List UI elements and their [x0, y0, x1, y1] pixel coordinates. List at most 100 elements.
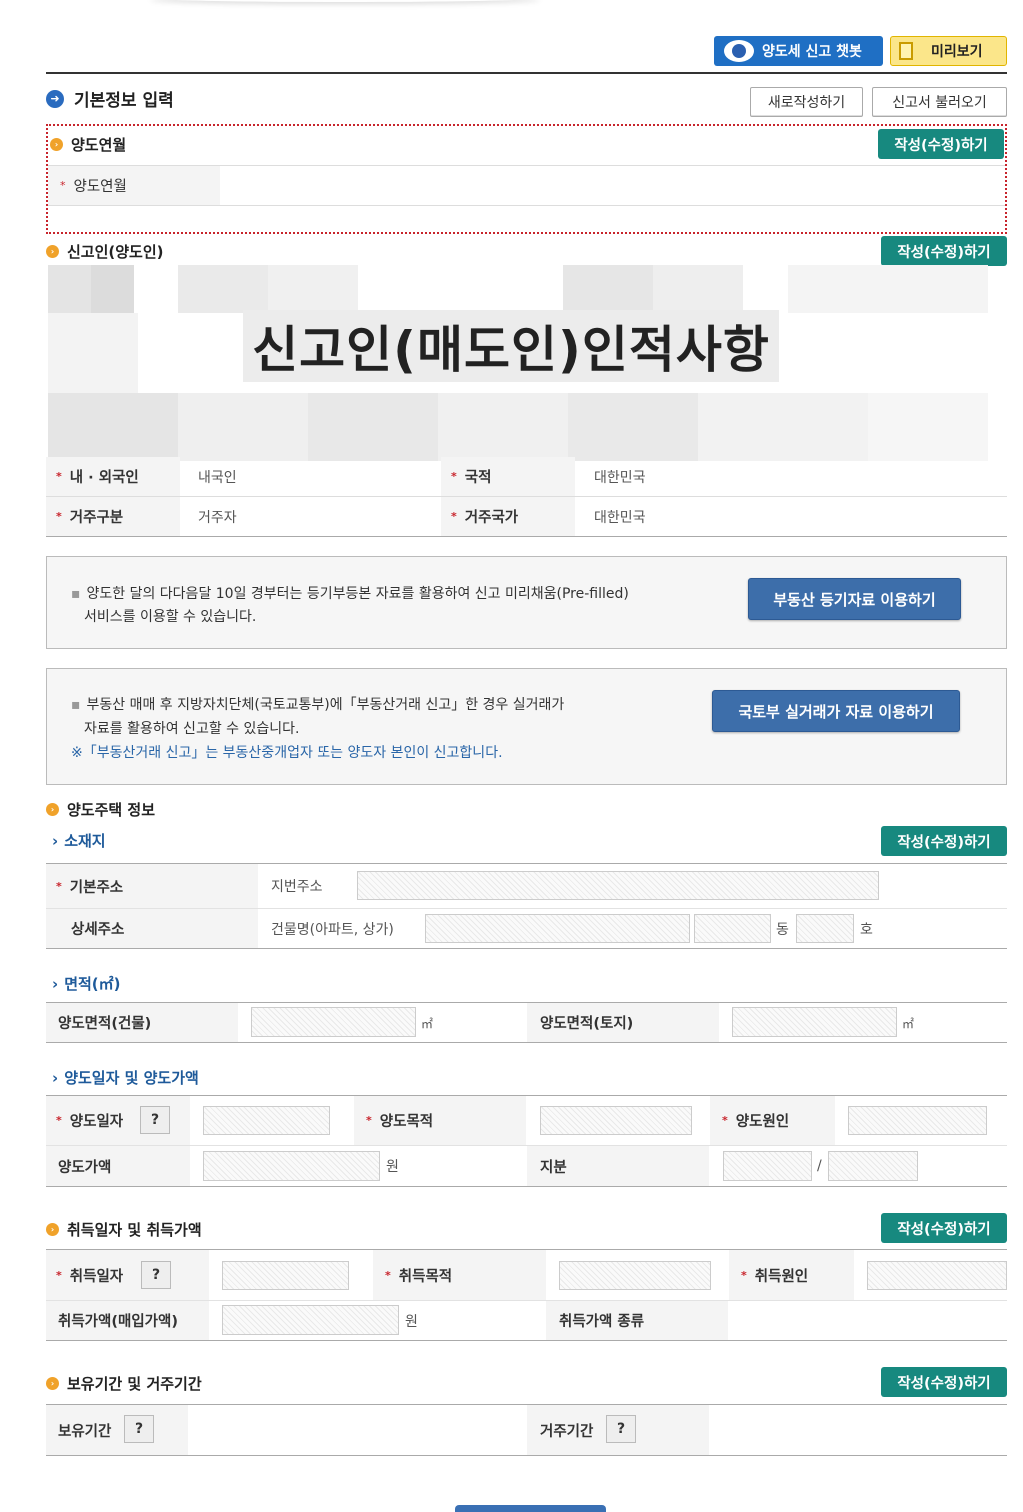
chevron-right-icon: › — [52, 1068, 59, 1087]
help-button-acquisition-date[interactable]: ? — [141, 1261, 171, 1289]
next-button[interactable] — [455, 1505, 606, 1512]
value-residence-type: 거주자 — [198, 509, 237, 526]
label-text: 양도일자 — [69, 1114, 124, 1130]
label-text: 거주구분 — [69, 510, 124, 526]
holding-section: › 보유기간 및 거주기간 — [46, 1373, 202, 1394]
divider — [46, 1186, 1007, 1187]
load-report-button[interactable]: 신고서 불러오기 — [872, 87, 1007, 117]
required-mark: * — [451, 470, 457, 483]
real-price-data-button[interactable]: 국토부 실거래가 자료 이용하기 — [712, 690, 960, 732]
share-denominator-input[interactable] — [828, 1151, 918, 1181]
required-mark: * — [56, 1268, 62, 1282]
label-text: 기본주소 — [69, 879, 124, 896]
edit-button-acquisition[interactable]: 작성(수정)하기 — [881, 1213, 1007, 1243]
section-bullet-icon: › — [46, 245, 59, 258]
required-mark: * — [366, 1114, 372, 1127]
building-area-input[interactable] — [251, 1007, 416, 1037]
label-text: 보유기간 — [58, 1423, 112, 1440]
building-area-label: 양도면적(건물) — [46, 1003, 238, 1042]
acquisition-date-input[interactable] — [222, 1261, 349, 1290]
transfer-cause-input[interactable] — [848, 1106, 987, 1135]
acquisition-price-unit: 원 — [405, 1314, 418, 1330]
transfer-price-label: 양도가액 — [46, 1146, 190, 1186]
divider — [46, 1095, 1007, 1096]
chatbot-button[interactable]: 양도세 신고 챗봇 — [714, 36, 883, 66]
land-area-label: 양도면적(토지) — [527, 1003, 719, 1042]
acquisition-purpose-label: * 취득목적 — [373, 1250, 546, 1300]
acquisition-section: › 취득일자 및 취득가액 — [46, 1219, 202, 1240]
table-row: * 거주구분 거주자 * 거주국가 대한민국 — [46, 497, 1007, 537]
transfer-purpose-label: * 양도목적 — [354, 1096, 526, 1145]
transfer-price-unit: 원 — [386, 1159, 399, 1175]
area-subsection: › 면적(㎡) — [52, 973, 121, 994]
label-text: 거주국가 — [464, 510, 519, 526]
preview-label: 미리보기 — [931, 44, 983, 60]
edit-button-transfer-month[interactable]: 작성(수정)하기 — [878, 129, 1004, 159]
section-bullet-icon: › — [46, 1377, 59, 1390]
new-write-button[interactable]: 새로작성하기 — [750, 87, 863, 117]
required-mark: * — [451, 510, 457, 523]
location-subsection: › 소재지 — [52, 830, 106, 851]
basic-address-label: * 기본주소 — [46, 864, 258, 908]
help-button-residence-period[interactable]: ? — [606, 1415, 636, 1443]
acquisition-cause-input[interactable] — [867, 1261, 1007, 1290]
acquisition-cause-label: * 취득원인 — [729, 1250, 854, 1300]
lot-address-input[interactable] — [357, 871, 879, 900]
divider — [46, 1340, 1007, 1341]
arrow-right-icon: ➜ — [46, 89, 64, 108]
share-numerator-input[interactable] — [723, 1151, 812, 1181]
dong-unit: 동 — [776, 922, 789, 938]
building-name-input[interactable] — [425, 914, 690, 943]
divider — [46, 1042, 1007, 1043]
help-button-transfer-date[interactable]: ? — [140, 1106, 170, 1134]
label-residence-type: * 거주구분 — [46, 497, 180, 536]
transfer-price-input[interactable] — [203, 1151, 380, 1181]
edit-button-holding[interactable]: 작성(수정)하기 — [881, 1367, 1007, 1397]
house-section: › 양도주택 정보 — [46, 799, 155, 820]
acquisition-price-label: 취득가액(매입가액) — [46, 1301, 209, 1340]
reporter-table: * 내 · 외국인 내국인 * 국적 대한민국 * 거주구분 거주자 * 거주국가 대한… — [46, 457, 1007, 537]
preview-button[interactable]: 미리보기 — [890, 36, 1007, 66]
transfer-date-input[interactable] — [203, 1106, 330, 1135]
lot-address-label: 지번주소 — [271, 879, 323, 895]
section-title: 보유기간 및 거주기간 — [67, 1375, 202, 1393]
acquisition-price-type-label: 취득가액 종류 — [546, 1301, 728, 1340]
chevron-right-icon: › — [52, 831, 59, 850]
required-mark: * — [722, 1114, 728, 1127]
transfer-purpose-input[interactable] — [540, 1106, 692, 1135]
edit-button-reporter[interactable]: 작성(수정)하기 — [881, 236, 1007, 266]
label-nationality-type: * 내 · 외국인 — [46, 457, 180, 496]
chatbot-label: 양도세 신고 챗봇 — [762, 44, 862, 60]
table-row: * 내 · 외국인 내국인 * 국적 대한민국 — [46, 457, 1007, 497]
subsection-title: 면적(㎡) — [64, 975, 121, 993]
required-mark: * — [741, 1268, 747, 1282]
section-title: 양도연월 — [71, 136, 127, 154]
help-button-holding-period[interactable]: ? — [124, 1415, 154, 1443]
registry-data-button[interactable]: 부동산 등기자료 이용하기 — [748, 578, 961, 620]
building-area-unit: ㎡ — [421, 1016, 434, 1031]
notice-note: ※「부동산거래 신고」는 부동산중개업자 또는 양도자 본인이 신고합니다. — [71, 745, 503, 761]
value-nationality: 대한민국 — [594, 469, 646, 486]
label-text: 국적 — [464, 470, 492, 486]
acquisition-price-input[interactable] — [222, 1305, 399, 1335]
ho-input[interactable] — [796, 914, 854, 943]
required-mark: * — [60, 179, 66, 192]
label-text: 취득목적 — [398, 1268, 453, 1285]
required-mark: * — [56, 879, 62, 893]
label-text: 양도원인 — [735, 1114, 790, 1130]
section-bullet-icon: › — [46, 803, 59, 816]
acquisition-purpose-input[interactable] — [559, 1261, 711, 1290]
edit-button-house[interactable]: 작성(수정)하기 — [881, 826, 1007, 856]
label-nationality: * 국적 — [441, 457, 575, 496]
land-area-input[interactable] — [732, 1007, 897, 1037]
value-nationality-type: 내국인 — [198, 469, 237, 486]
section-title: 취득일자 및 취득가액 — [67, 1221, 202, 1239]
required-mark: * — [56, 510, 62, 523]
notice-registry: ▪ 양도한 달의 다다음달 10일 경부터는 등기부등본 자료를 활용하여 신고 … — [46, 556, 1007, 649]
document-icon — [899, 42, 913, 60]
subsection-title: 소재지 — [64, 832, 106, 850]
notice-real-price: ▪ 부동산 매매 후 지방자치단체(국토교통부)에「부동산거래 신고」한 경우 실… — [46, 668, 1007, 785]
notice-line: 자료를 활용하여 신고할 수 있습니다. — [84, 721, 300, 737]
section-title: 양도주택 정보 — [67, 801, 156, 819]
dong-input[interactable] — [694, 914, 771, 943]
